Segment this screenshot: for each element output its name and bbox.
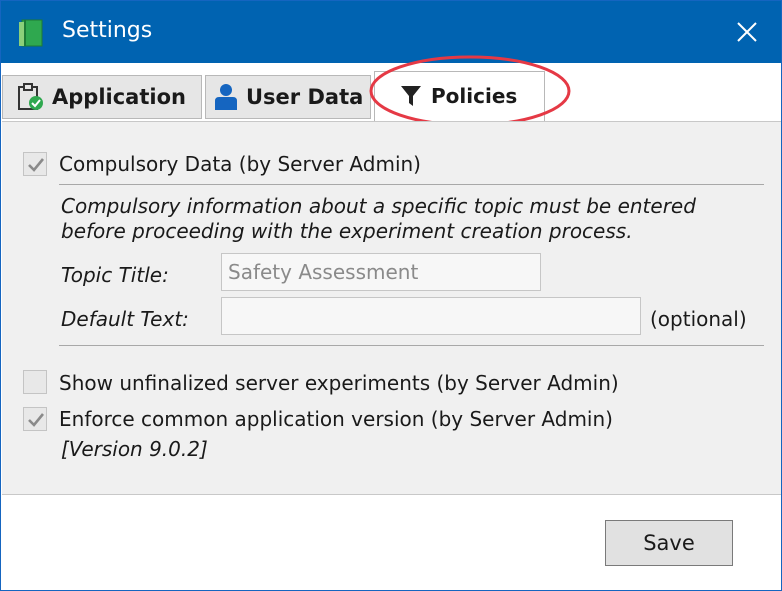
checkmark-icon [28,158,45,172]
default-text-label: Default Text: [61,307,189,331]
close-button[interactable] [723,9,771,55]
clipboard-check-icon [18,83,43,110]
version-text: [Version 9.0.2] [61,437,208,461]
settings-dialog: Settings Application User Data Policies … [0,0,782,591]
default-text-input[interactable] [221,297,641,335]
compulsory-bottom-divider [59,345,764,346]
topic-title-input[interactable] [221,253,541,291]
compulsory-description-line-2: before proceeding with the experiment cr… [61,219,633,243]
tab-application[interactable]: Application [2,75,202,119]
tab-application-label: Application [52,85,186,109]
compulsory-data-checkbox[interactable] [23,152,47,176]
save-button[interactable]: Save [605,520,733,566]
user-icon [215,84,237,110]
tab-user-data-label: User Data [246,85,364,109]
show-unfinalized-label: Show unfinalized server experiments (by … [59,371,619,395]
show-unfinalized-checkbox[interactable] [23,370,47,394]
policies-panel: Compulsory Data (by Server Admin) Compul… [2,121,781,495]
compulsory-divider [59,184,764,185]
optional-note: (optional) [650,307,747,331]
compulsory-description: Compulsory information about a specific … [61,194,696,244]
enforce-version-label: Enforce common application version (by S… [59,407,613,431]
tab-user-data[interactable]: User Data [205,75,371,119]
compulsory-description-line-1: Compulsory information about a specific … [61,194,696,218]
window-title: Settings [62,18,153,43]
enforce-version-checkbox[interactable] [23,407,47,431]
checkmark-icon [28,413,45,427]
compulsory-data-label: Compulsory Data (by Server Admin) [59,152,421,176]
green-book-icon [18,19,44,47]
topic-title-label: Topic Title: [61,263,169,287]
close-icon [737,22,757,42]
